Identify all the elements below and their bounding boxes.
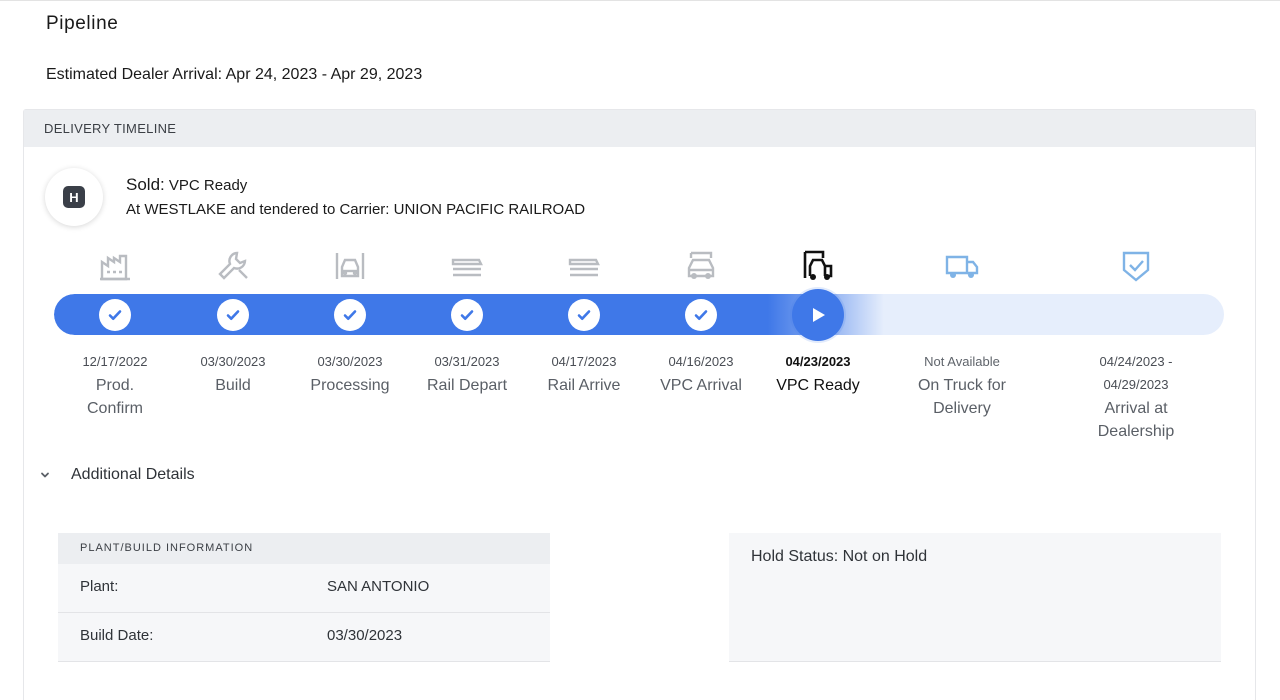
plant-key: Plant: bbox=[80, 578, 119, 595]
step-date: 03/31/2023 bbox=[434, 354, 500, 369]
step-label: Rail Depart bbox=[426, 377, 508, 394]
vpc-car-icon bbox=[681, 248, 721, 284]
step-label: Processing bbox=[310, 377, 390, 394]
step-label: Prod. Confirm bbox=[86, 377, 143, 417]
step-date: 04/17/2023 bbox=[551, 354, 617, 369]
build-date-value: 03/30/2023 bbox=[327, 627, 403, 644]
vpc-ready-icon bbox=[798, 248, 838, 284]
h-status-icon: H bbox=[63, 186, 85, 208]
hold-status-panel: Hold Status: Not on Hold bbox=[729, 533, 1221, 662]
rail-car-icon bbox=[564, 248, 604, 284]
build-date-key: Build Date: bbox=[80, 627, 154, 644]
plant-value: SAN ANTONIO bbox=[327, 578, 430, 595]
step-complete-check-icon bbox=[568, 299, 600, 331]
step-complete-check-icon bbox=[99, 299, 131, 331]
plant-build-panel: PLANT/BUILD INFORMATION Plant: SAN ANTON… bbox=[58, 533, 550, 662]
additional-details-toggle[interactable]: Additional Details bbox=[38, 466, 195, 484]
wrench-icon bbox=[213, 248, 253, 284]
truck-icon bbox=[942, 248, 982, 284]
step-label: Rail Arrive bbox=[547, 377, 621, 394]
step-date-current: 04/23/2023 bbox=[785, 354, 851, 369]
step-date: 03/30/2023 bbox=[317, 354, 383, 369]
step-date: 03/30/2023 bbox=[200, 354, 266, 369]
step-complete-check-icon bbox=[334, 299, 366, 331]
step-complete-check-icon bbox=[451, 299, 483, 331]
status-value: VPC Ready bbox=[168, 177, 248, 194]
step-complete-check-icon bbox=[685, 299, 717, 331]
top-divider bbox=[0, 0, 1280, 1]
plant-build-header: PLANT/BUILD INFORMATION bbox=[58, 533, 550, 564]
step-label: Build bbox=[215, 377, 251, 394]
chevron-down-icon bbox=[41, 472, 49, 478]
step-label: VPC Arrival bbox=[660, 377, 742, 394]
step-label-current: VPC Ready bbox=[776, 377, 860, 394]
plant-row: Plant: SAN ANTONIO bbox=[58, 564, 550, 613]
additional-details-label: Additional Details bbox=[71, 466, 195, 483]
shield-check-icon bbox=[1116, 248, 1156, 284]
factory-icon bbox=[95, 248, 135, 284]
step-date: Not Available bbox=[924, 354, 1000, 369]
status-detail: At WESTLAKE and tendered to Carrier: UNI… bbox=[126, 201, 586, 218]
step-label: On Truck for Delivery bbox=[917, 377, 1007, 417]
current-step-play-icon bbox=[792, 289, 844, 341]
status-prefix: Sold: bbox=[126, 175, 165, 194]
status-line: Sold: VPC Ready bbox=[126, 175, 247, 195]
page-title: Pipeline bbox=[46, 13, 119, 34]
car-front-icon bbox=[330, 248, 370, 284]
estimated-dealer-arrival: Estimated Dealer Arrival: Apr 24, 2023 -… bbox=[46, 66, 423, 83]
step-date: 04/24/2023 - 04/29/2023 bbox=[1099, 354, 1173, 392]
build-date-row: Build Date: 03/30/2023 bbox=[58, 613, 550, 662]
status-avatar: H bbox=[45, 168, 103, 226]
step-label: Arrival at Dealership bbox=[1097, 400, 1175, 440]
step-date: 12/17/2022 bbox=[82, 354, 148, 369]
step-complete-check-icon bbox=[217, 299, 249, 331]
rail-car-icon bbox=[447, 248, 487, 284]
step-date: 04/16/2023 bbox=[668, 354, 734, 369]
delivery-timeline-header: DELIVERY TIMELINE bbox=[24, 110, 1255, 147]
hold-status: Hold Status: Not on Hold bbox=[751, 548, 928, 565]
